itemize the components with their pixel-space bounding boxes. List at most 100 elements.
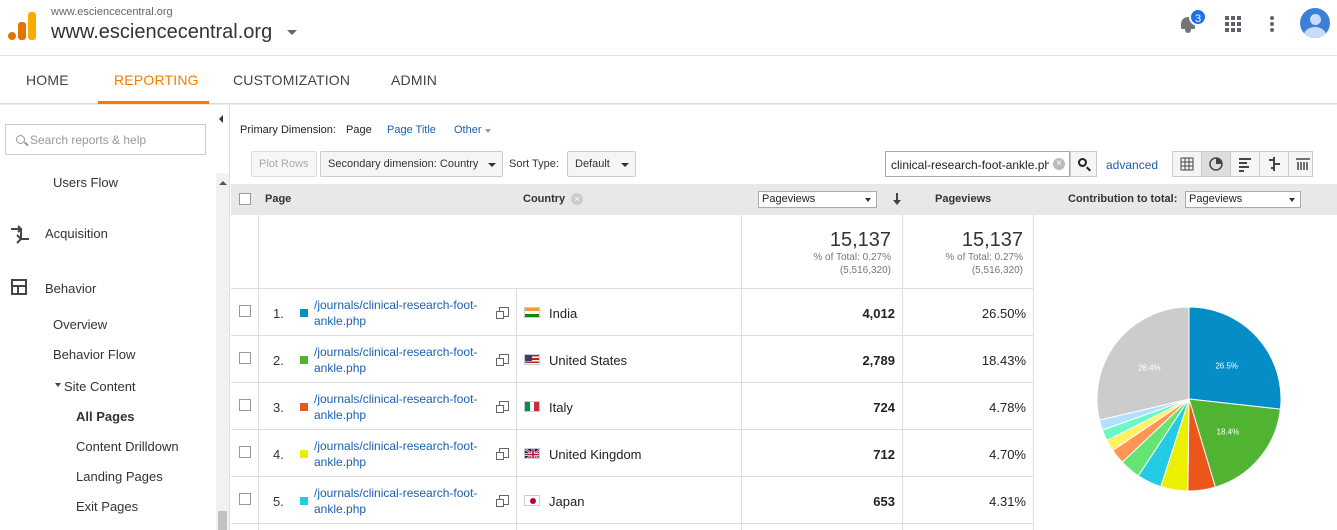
search-input[interactable] xyxy=(30,131,200,149)
search-reports-box[interactable] xyxy=(5,124,206,155)
sidebar-item-behavior[interactable]: Behavior xyxy=(45,281,96,296)
pie-slice-label: 28.4% xyxy=(1138,364,1161,373)
percentage-view-icon[interactable] xyxy=(1202,152,1231,176)
row-checkbox[interactable] xyxy=(239,399,251,411)
page-link[interactable]: /journals/clinical-research-foot-ankle.p… xyxy=(314,297,494,329)
report-area: Primary Dimension: Page Page Title Other… xyxy=(231,105,1337,530)
us-flag-icon xyxy=(524,354,540,365)
secondary-dimension-label: Secondary dimension: Country xyxy=(328,158,479,170)
total-pct: % of Total: 0.27% xyxy=(813,252,891,263)
sidebar-item-site-content[interactable]: Site Content xyxy=(64,379,136,394)
pivot-view-icon[interactable] xyxy=(1289,152,1317,176)
contribution-select[interactable]: Pageviews xyxy=(1185,191,1301,208)
open-external-icon[interactable] xyxy=(496,307,509,319)
page-link[interactable]: /journals/clinical-research-foot-ankle.p… xyxy=(314,438,494,470)
japan-flag-icon xyxy=(524,495,540,506)
country-cell[interactable]: United States xyxy=(549,353,627,368)
primary-dimension-page[interactable]: Page xyxy=(346,124,372,136)
country-cell[interactable]: India xyxy=(549,306,577,321)
comparison-view-icon[interactable] xyxy=(1260,152,1289,176)
row-checkbox[interactable] xyxy=(239,493,251,505)
series-color-swatch xyxy=(300,403,308,411)
secondary-dimension-select[interactable]: Secondary dimension: Country xyxy=(320,151,503,177)
sort-type-select[interactable]: Default xyxy=(567,151,636,177)
more-vert-icon[interactable] xyxy=(1270,16,1274,32)
sidebar-item-content-drilldown[interactable]: Content Drilldown xyxy=(76,439,179,454)
analytics-logo-icon[interactable] xyxy=(8,12,36,40)
table-view-icon[interactable] xyxy=(1173,152,1202,176)
metric-select[interactable]: Pageviews xyxy=(758,191,877,208)
country-cell[interactable]: United Kingdom xyxy=(549,447,642,462)
pie-slice[interactable] xyxy=(1188,306,1282,410)
tab-reporting[interactable]: REPORTING xyxy=(114,56,199,104)
pageviews-cell: 724 xyxy=(873,400,895,415)
table-row: 1. /journals/clinical-research-foot-ankle… xyxy=(231,289,1033,336)
tab-home[interactable]: HOME xyxy=(26,56,69,104)
notification-badge[interactable]: 3 xyxy=(1189,8,1207,26)
row-checkbox[interactable] xyxy=(239,305,251,317)
pageviews-cell: 653 xyxy=(873,494,895,509)
page-link[interactable]: /journals/clinical-research-foot-ankle.p… xyxy=(314,344,494,376)
sort-descending-icon[interactable] xyxy=(892,193,902,205)
totals-row: 15,137 % of Total: 0.27% (5,516,320) 15,… xyxy=(231,215,1033,289)
advanced-filter-link[interactable]: advanced xyxy=(1106,158,1158,172)
performance-view-icon[interactable] xyxy=(1231,152,1260,176)
collapse-sidebar-button[interactable] xyxy=(215,105,229,135)
tab-admin[interactable]: ADMIN xyxy=(391,56,437,104)
chevron-down-icon xyxy=(488,163,496,167)
table-row: 5. /journals/clinical-research-foot-ankle… xyxy=(231,477,1033,524)
open-external-icon[interactable] xyxy=(496,354,509,366)
series-color-swatch xyxy=(300,309,308,317)
contribution-pct-cell: 4.31% xyxy=(989,494,1026,509)
row-checkbox[interactable] xyxy=(239,446,251,458)
col-header-pageviews[interactable]: Pageviews xyxy=(935,193,991,205)
total-pct-contribution: % of Total: 0.27% xyxy=(945,252,1023,263)
sidebar: Users Flow Acquisition Behavior Overview… xyxy=(0,105,230,530)
sidebar-item-behavior-flow[interactable]: Behavior Flow xyxy=(53,347,135,362)
open-external-icon[interactable] xyxy=(496,448,509,460)
remove-secondary-dimension-icon[interactable]: × xyxy=(571,193,583,205)
series-color-swatch xyxy=(300,450,308,458)
select-all-checkbox[interactable] xyxy=(239,193,251,205)
table-filter-input[interactable]: clinical-research-foot-ankle.ph × xyxy=(885,151,1070,177)
apps-grid-icon[interactable] xyxy=(1225,16,1241,32)
contribution-pct-cell: 18.43% xyxy=(981,353,1026,368)
sidebar-item-all-pages[interactable]: All Pages xyxy=(76,409,135,424)
sidebar-item-exit-pages[interactable]: Exit Pages xyxy=(76,499,138,514)
scroll-up-icon[interactable] xyxy=(219,181,227,185)
plot-rows-button[interactable]: Plot Rows xyxy=(251,151,317,177)
clear-filter-icon[interactable]: × xyxy=(1053,158,1065,170)
page-link[interactable]: /journals/clinical-research-foot-ankle.p… xyxy=(314,391,494,423)
expand-triangle-icon xyxy=(55,383,61,387)
scrollbar-thumb[interactable] xyxy=(218,511,227,530)
tab-customization[interactable]: CUSTOMIZATION xyxy=(233,56,350,104)
open-external-icon[interactable] xyxy=(496,495,509,507)
column-divider xyxy=(1033,215,1034,530)
col-header-country[interactable]: Country xyxy=(523,193,565,205)
sidebar-item-overview[interactable]: Overview xyxy=(53,317,107,332)
main-nav: HOME REPORTING CUSTOMIZATION ADMIN xyxy=(0,56,1337,104)
sidebar-item-users-flow[interactable]: Users Flow xyxy=(53,175,118,190)
pageviews-cell: 2,789 xyxy=(862,353,895,368)
pie-slice-label: 18.4% xyxy=(1217,427,1240,436)
avatar[interactable] xyxy=(1300,8,1330,38)
sidebar-item-landing-pages[interactable]: Landing Pages xyxy=(76,469,163,484)
col-header-page[interactable]: Page xyxy=(265,193,291,205)
property-selector[interactable]: www.esciencecentral.org xyxy=(51,21,272,44)
row-checkbox[interactable] xyxy=(239,352,251,364)
filter-search-button[interactable] xyxy=(1070,151,1097,177)
india-flag-icon xyxy=(524,307,540,318)
contribution-pct-cell: 4.78% xyxy=(989,400,1026,415)
sidebar-scrollbar[interactable] xyxy=(216,173,229,530)
chevron-down-icon[interactable] xyxy=(287,30,297,35)
series-color-swatch xyxy=(300,356,308,364)
page-link[interactable]: /journals/clinical-research-foot-ankle.p… xyxy=(314,485,494,517)
country-cell[interactable]: Japan xyxy=(549,494,584,509)
pie-slice-label: 26.5% xyxy=(1215,361,1238,370)
primary-dimension-page-title[interactable]: Page Title xyxy=(387,124,436,136)
open-external-icon[interactable] xyxy=(496,401,509,413)
country-cell[interactable]: Italy xyxy=(549,400,573,415)
sidebar-item-acquisition[interactable]: Acquisition xyxy=(45,226,108,241)
contribution-pie-chart: 26.5% 18.4% 28.4% xyxy=(1096,306,1282,492)
primary-dimension-other[interactable]: Other xyxy=(454,124,482,136)
